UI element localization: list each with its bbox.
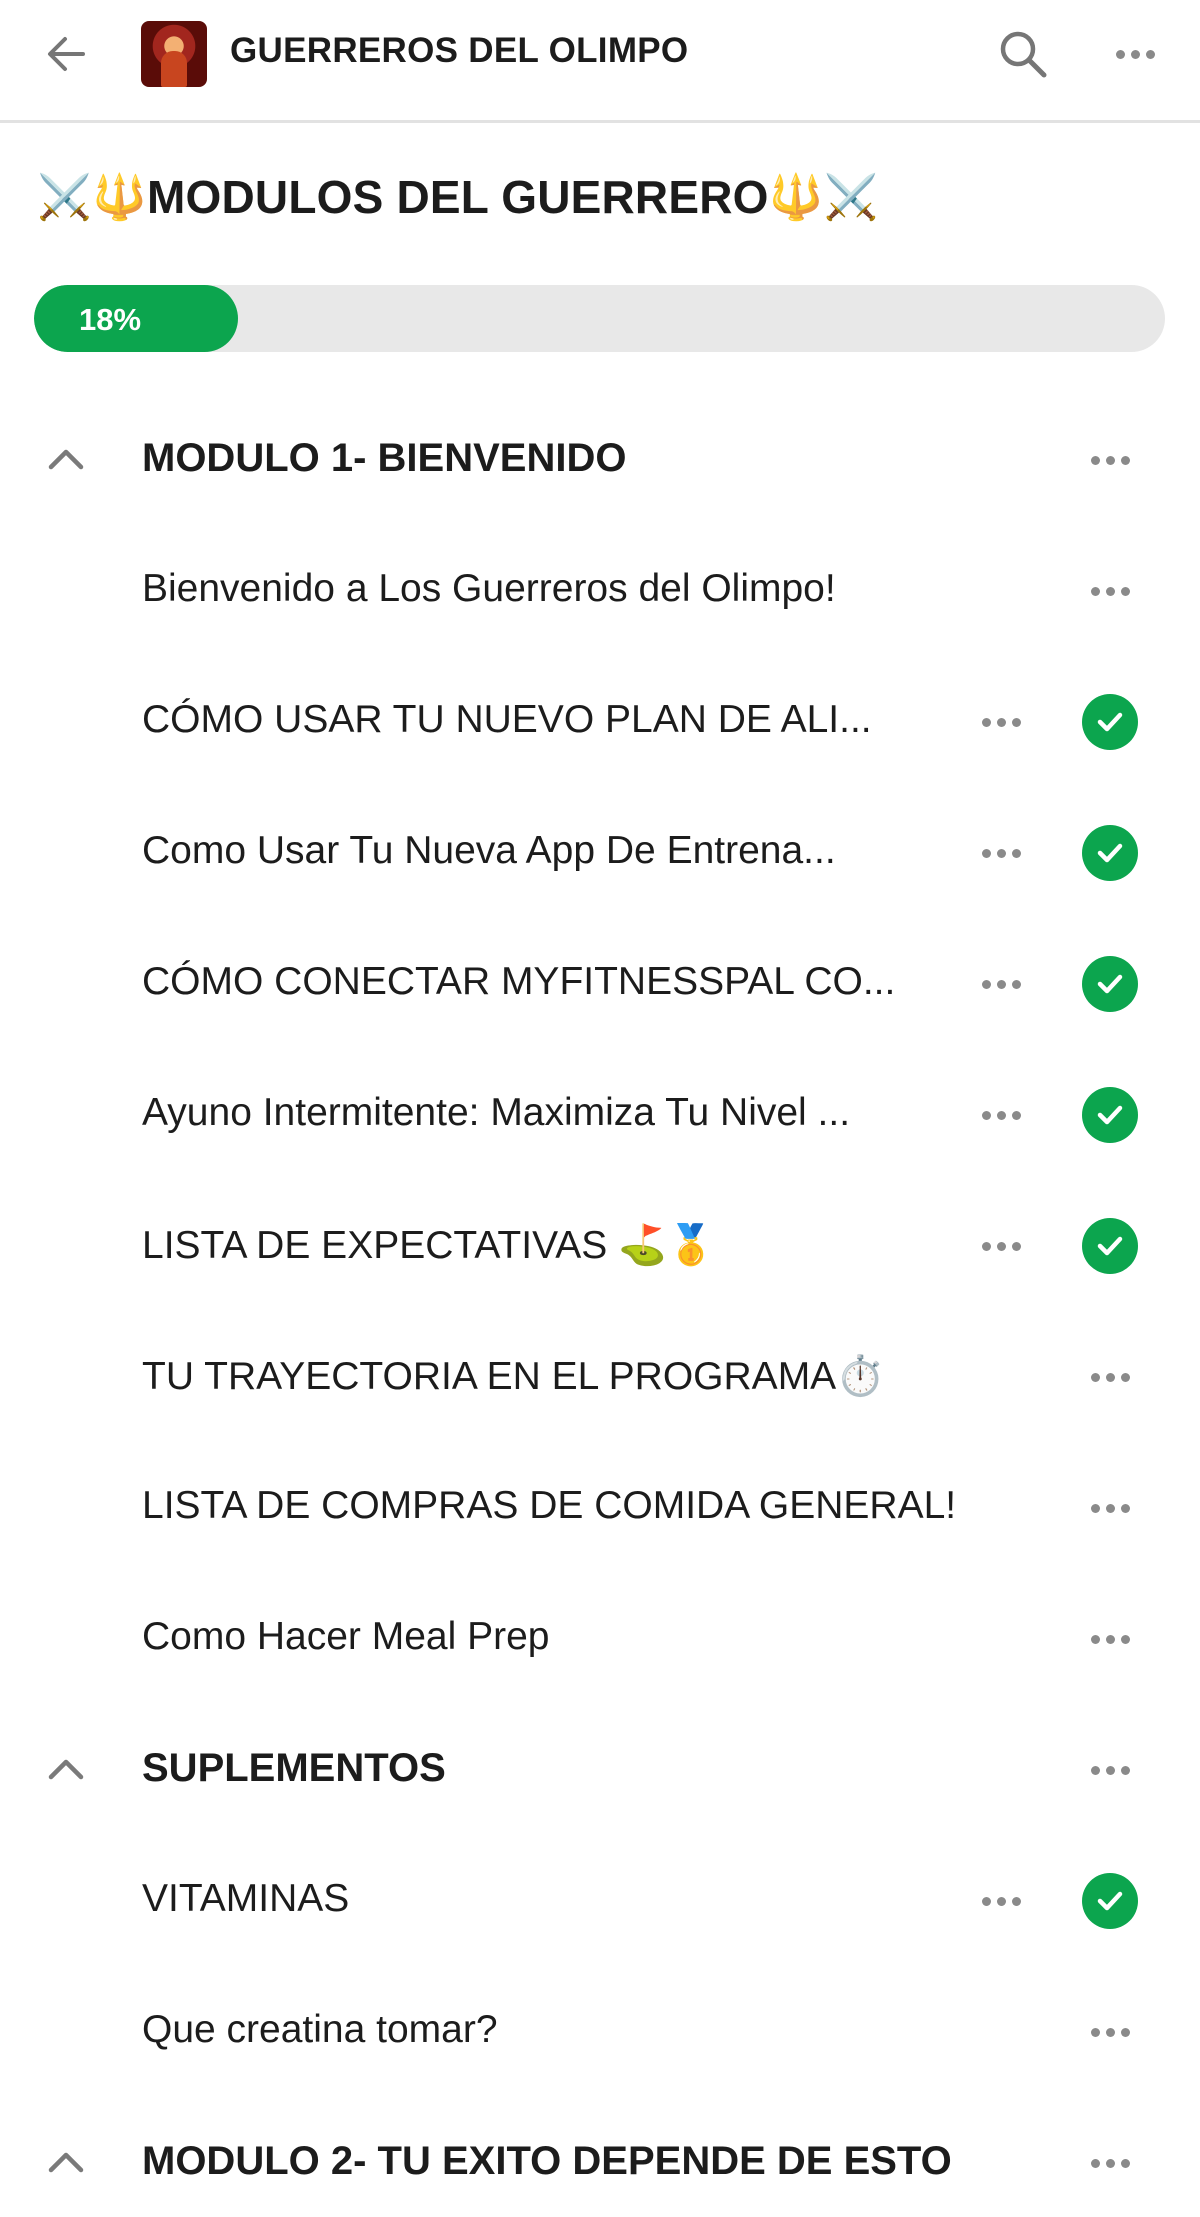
more-horizontal-icon <box>1090 2027 1130 2037</box>
back-button[interactable] <box>38 26 94 82</box>
lesson-title: Ayuno Intermitente: Maximiza Tu Nivel ..… <box>142 1091 851 1134</box>
collapse-section-button[interactable] <box>38 2137 94 2187</box>
more-horizontal-icon <box>1115 49 1155 59</box>
lesson-title: VITAMINAS <box>142 1877 350 1920</box>
progress-percent: 18% <box>79 302 142 337</box>
lesson-options-button[interactable] <box>1080 2012 1140 2052</box>
more-options-button[interactable] <box>1105 32 1165 76</box>
group-name: GUERREROS DEL OLIMPO <box>230 31 689 70</box>
lesson-item[interactable]: LISTA DE COMPRAS DE COMIDA GENERAL! <box>0 1452 1200 1562</box>
lesson-title: CÓMO CONECTAR MYFITNESSPAL CO... <box>142 960 896 1003</box>
more-horizontal-icon <box>981 717 1021 727</box>
lesson-item[interactable]: Ayuno Intermitente: Maximiza Tu Nivel ..… <box>0 1059 1200 1169</box>
section-title: SUPLEMENTOS <box>142 1746 446 1790</box>
more-horizontal-icon <box>1090 1765 1130 1775</box>
chevron-up-icon <box>48 1759 84 1780</box>
search-button[interactable] <box>993 24 1053 84</box>
lesson-options-button[interactable] <box>971 833 1031 873</box>
section-options-button[interactable] <box>1080 2143 1140 2183</box>
completed-check-icon <box>1082 694 1138 750</box>
search-icon <box>1000 31 1047 78</box>
lesson-options-button[interactable] <box>971 1095 1031 1135</box>
section-header[interactable]: MODULO 2- TU EXITO DEPENDE DE ESTO <box>0 2107 1200 2217</box>
chevron-up-icon <box>48 2152 84 2173</box>
lesson-title: CÓMO USAR TU NUEVO PLAN DE ALI... <box>142 698 872 741</box>
more-horizontal-icon <box>981 1241 1021 1251</box>
section-options-button[interactable] <box>1080 440 1140 480</box>
more-horizontal-icon <box>1090 455 1130 465</box>
collapse-section-button[interactable] <box>38 1744 94 1794</box>
completed-check-icon <box>1082 1873 1138 1929</box>
more-horizontal-icon <box>981 848 1021 858</box>
section-options-button[interactable] <box>1080 1750 1140 1790</box>
lesson-options-button[interactable] <box>1080 1488 1140 1528</box>
page-title: ⚔️🔱 MODULOS DEL GUERRERO 🔱⚔️ <box>37 170 879 224</box>
section-header[interactable]: SUPLEMENTOS <box>0 1714 1200 1824</box>
lesson-title: Como Hacer Meal Prep <box>142 1615 550 1658</box>
lesson-item[interactable]: Bienvenido a Los Guerreros del Olimpo! <box>0 535 1200 645</box>
lesson-title: Que creatina tomar? <box>142 2008 498 2051</box>
lesson-item[interactable]: LISTA DE EXPECTATIVAS ⛳🥇 <box>0 1190 1200 1300</box>
lesson-options-button[interactable] <box>971 1226 1031 1266</box>
more-horizontal-icon <box>1090 586 1130 596</box>
lesson-options-button[interactable] <box>1080 1357 1140 1397</box>
app-bar: GUERREROS DEL OLIMPO <box>0 0 1200 123</box>
more-horizontal-icon <box>1090 1372 1130 1382</box>
lesson-item[interactable]: Que creatina tomar? <box>0 1976 1200 2086</box>
more-horizontal-icon <box>1090 2158 1130 2168</box>
title-right-emoji: 🔱⚔️ <box>768 173 879 222</box>
more-horizontal-icon <box>981 1896 1021 1906</box>
section-title: MODULO 1- BIENVENIDO <box>142 436 627 480</box>
lesson-options-button[interactable] <box>971 1881 1031 1921</box>
arrow-left-icon <box>48 37 85 71</box>
lesson-options-button[interactable] <box>971 702 1031 742</box>
lesson-options-button[interactable] <box>1080 571 1140 611</box>
chevron-up-icon <box>48 449 84 470</box>
lesson-options-button[interactable] <box>971 964 1031 1004</box>
lesson-item[interactable]: CÓMO CONECTAR MYFITNESSPAL CO... <box>0 928 1200 1038</box>
section-title: MODULO 2- TU EXITO DEPENDE DE ESTO <box>142 2139 952 2183</box>
course-progress-bar: 18% <box>34 285 1165 352</box>
title-left-emoji: ⚔️🔱 <box>37 173 147 222</box>
completed-check-icon <box>1082 825 1138 881</box>
lesson-item[interactable]: Como Usar Tu Nueva App De Entrena... <box>0 797 1200 907</box>
completed-check-icon <box>1082 956 1138 1012</box>
more-horizontal-icon <box>981 1110 1021 1120</box>
collapse-section-button[interactable] <box>38 434 94 484</box>
more-horizontal-icon <box>1090 1503 1130 1513</box>
lesson-item[interactable]: Como Hacer Meal Prep <box>0 1583 1200 1693</box>
lesson-title: LISTA DE EXPECTATIVAS ⛳🥇 <box>142 1224 716 1267</box>
lesson-title: TU TRAYECTORIA EN EL PROGRAMA⏱️ <box>142 1355 885 1398</box>
lesson-item[interactable]: TU TRAYECTORIA EN EL PROGRAMA⏱️ <box>0 1321 1200 1431</box>
lesson-options-button[interactable] <box>1080 1619 1140 1659</box>
lesson-title: Bienvenido a Los Guerreros del Olimpo! <box>142 567 836 610</box>
section-header[interactable]: MODULO 1- BIENVENIDO <box>0 404 1200 514</box>
group-avatar[interactable] <box>141 21 207 87</box>
lesson-title: Como Usar Tu Nueva App De Entrena... <box>142 829 836 872</box>
completed-check-icon <box>1082 1087 1138 1143</box>
more-horizontal-icon <box>981 979 1021 989</box>
completed-check-icon <box>1082 1218 1138 1274</box>
lesson-item[interactable]: CÓMO USAR TU NUEVO PLAN DE ALI... <box>0 666 1200 776</box>
more-horizontal-icon <box>1090 1634 1130 1644</box>
lesson-title: LISTA DE COMPRAS DE COMIDA GENERAL! <box>142 1484 957 1527</box>
title-text: MODULOS DEL GUERRERO <box>146 171 769 223</box>
lesson-item[interactable]: VITAMINAS <box>0 1845 1200 1955</box>
